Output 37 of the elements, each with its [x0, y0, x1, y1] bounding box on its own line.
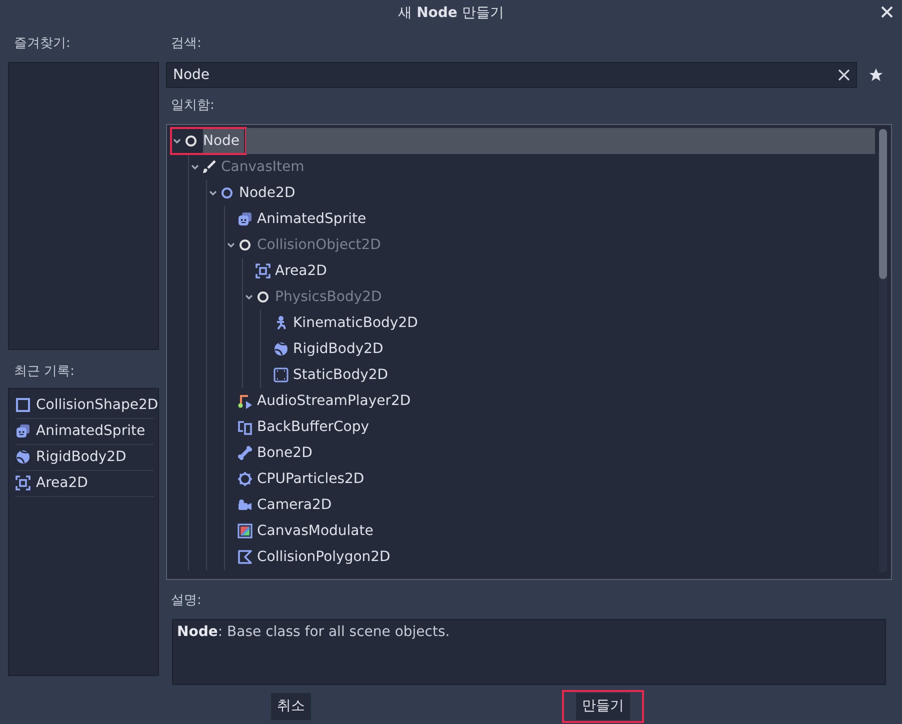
dialog-button[interactable]: 취소 — [271, 692, 311, 720]
star-icon[interactable] — [868, 66, 884, 83]
sprite-icon — [15, 423, 31, 440]
recent-item[interactable]: AnimatedSprite — [15, 418, 154, 445]
brush-icon — [201, 158, 217, 175]
frame-icon — [273, 366, 289, 383]
gear-icon — [237, 470, 253, 487]
area-icon — [255, 262, 271, 279]
search-field[interactable]: Node — [166, 62, 857, 88]
search-label: 검색: — [171, 34, 202, 53]
circle-icon — [237, 236, 253, 253]
close-icon[interactable] — [881, 6, 893, 18]
scrollbar[interactable] — [879, 128, 887, 573]
square-icon — [15, 397, 31, 414]
ball-icon — [273, 340, 289, 357]
recent-label: 최근 기록: — [14, 362, 76, 381]
copy-icon — [237, 418, 253, 435]
recent-item[interactable]: RigidBody2D — [15, 444, 154, 471]
gradient-icon — [237, 522, 253, 539]
ball-icon — [15, 449, 31, 466]
circle-icon — [255, 288, 271, 305]
recent-item[interactable]: Area2D — [15, 470, 154, 497]
favorites-label: 즐겨찾기: — [14, 34, 72, 53]
circle-icon — [219, 184, 235, 201]
music-icon — [237, 392, 253, 409]
description-label: 설명: — [171, 592, 202, 610]
sprite-icon — [237, 210, 253, 227]
bone-icon — [237, 444, 253, 461]
circle-icon — [183, 132, 199, 149]
dialog-button[interactable]: 만들기 — [576, 692, 630, 720]
matches-label: 일치함: — [171, 96, 216, 115]
clear-icon[interactable] — [838, 68, 850, 81]
window-title: 새 Node 만들기 — [398, 4, 504, 22]
area-icon — [15, 475, 31, 492]
polygon-icon — [237, 548, 253, 565]
description-text: Node: Base class for all scene objects. — [172, 618, 886, 685]
camera-icon — [237, 496, 253, 513]
